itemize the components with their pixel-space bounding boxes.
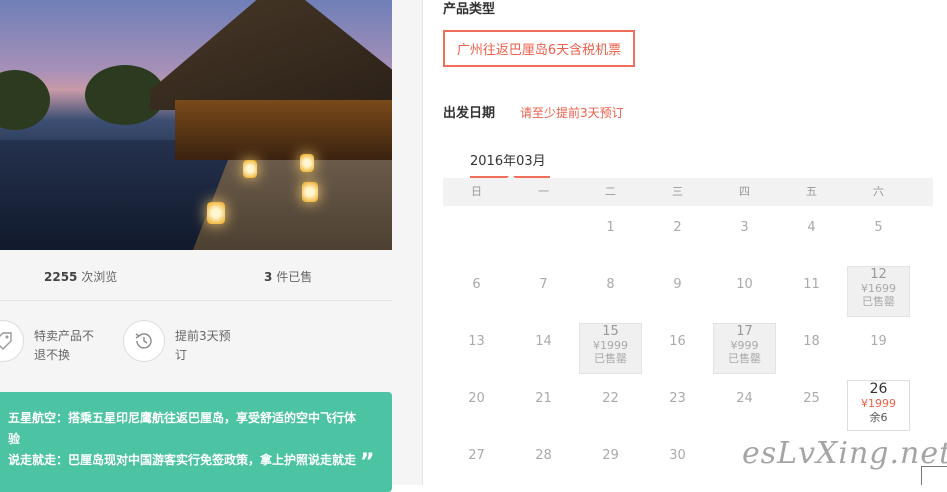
calendar-day: 28 — [535, 448, 552, 463]
weekday-label: 二 — [605, 185, 616, 198]
day-number: 12 — [870, 267, 887, 282]
calendar-day: 9 — [673, 277, 682, 292]
tab-month[interactable]: 2016年03月 — [470, 150, 550, 179]
calendar-day: 25 — [803, 391, 820, 406]
feature-no-refund: 特卖产品不退不换 — [0, 320, 98, 365]
weekday-label: 日 — [471, 185, 482, 198]
day-status: 已售罄 — [728, 352, 761, 365]
tag-icon — [0, 320, 24, 362]
notice-line-1: 五星航空：搭乘五星印尼鹰航往返巴厘岛，享受舒适的空中飞行体验 — [8, 411, 357, 446]
corner-frame — [921, 466, 947, 485]
notice-box: 五星航空：搭乘五星印尼鹰航往返巴厘岛，享受舒适的空中飞行体验 说走就走：巴厘岛现… — [0, 392, 392, 492]
product-option-button[interactable]: 广州往返巴厘岛6天含税机票 — [443, 30, 635, 67]
calendar-empty-cell — [443, 206, 510, 263]
calendar-week-row: 20 21 22 23 24 25 26 ¥1999 余6 — [443, 377, 933, 434]
booking-hint: 请至少提前3天预订 — [520, 106, 624, 120]
calendar-day: 7 — [539, 277, 548, 292]
calendar-week-row: 6 7 8 9 10 11 12 ¥1699 已售罄 — [443, 263, 933, 320]
calendar-day: 22 — [602, 391, 619, 406]
calendar-day: 2 — [673, 220, 682, 235]
weekday-label: 三 — [672, 185, 683, 198]
calendar-day: 4 — [807, 220, 816, 235]
calendar-day: 5 — [874, 220, 883, 235]
quote-icon: ” — [360, 450, 375, 475]
watermark: esLvXing.net — [742, 436, 947, 471]
calendar-day: 3 — [740, 220, 749, 235]
notice-line-2: 说走就走：巴厘岛现对中国游客实行免签政策，拿上护照说走就走 — [8, 453, 357, 467]
day-status: 已售罄 — [594, 352, 627, 365]
calendar-day: 27 — [468, 448, 485, 463]
calendar-day: 13 — [468, 334, 485, 349]
weekday-label: 四 — [739, 185, 750, 198]
calendar-empty-cell — [510, 206, 577, 263]
calendar-week-row: 13 14 15 ¥1999 已售罄 16 17 ¥999 已售罄 18 19 — [443, 320, 933, 377]
calendar-day: 8 — [606, 277, 615, 292]
calendar-day-available[interactable]: 26 ¥1999 余6 — [847, 380, 910, 431]
divider — [0, 300, 392, 301]
calendar-week-row: 1 2 3 4 5 — [443, 206, 933, 263]
day-status: 余6 — [869, 411, 888, 424]
day-price: ¥1699 — [861, 282, 896, 295]
clock-history-icon — [123, 320, 165, 362]
weekday-label: 六 — [873, 185, 884, 198]
product-stats: 2255 次浏览 3 件已售 — [0, 262, 392, 292]
calendar-day: 18 — [803, 334, 820, 349]
calendar-day: 16 — [669, 334, 686, 349]
weekday-label: 五 — [806, 185, 817, 198]
calendar-day: 11 — [803, 277, 820, 292]
calendar-day-soldout: 12 ¥1699 已售罄 — [847, 266, 910, 317]
day-status: 已售罄 — [862, 295, 895, 308]
calendar-day: 24 — [736, 391, 753, 406]
calendar-day: 23 — [669, 391, 686, 406]
product-left-panel: 2255 次浏览 3 件已售 特卖产品不退不换 提前3天预订 五星航空：搭乘五星… — [0, 0, 422, 492]
calendar-day-soldout: 17 ¥999 已售罄 — [713, 323, 776, 374]
booking-panel: 产品类型 广州往返巴厘岛6天含税机票 出发日期 请至少提前3天预订 2016年0… — [422, 0, 947, 485]
feature-book-ahead: 提前3天预订 — [123, 320, 239, 365]
calendar-day: 19 — [870, 334, 887, 349]
product-photo[interactable] — [0, 0, 392, 250]
day-number: 26 — [869, 381, 888, 397]
weekday-label: 一 — [538, 185, 549, 198]
day-price: ¥1999 — [593, 339, 628, 352]
day-number: 17 — [736, 324, 753, 339]
views-stat: 2255 次浏览 — [44, 270, 118, 284]
sold-stat: 3 件已售 — [264, 270, 313, 284]
product-type-title: 产品类型 — [443, 2, 496, 17]
calendar-day: 10 — [736, 277, 753, 292]
calendar-day-soldout: 15 ¥1999 已售罄 — [579, 323, 642, 374]
calendar-day: 1 — [606, 220, 615, 235]
weekday-header: 日一二三四五六 — [443, 178, 933, 206]
calendar-day: 30 — [669, 448, 686, 463]
calendar-day: 21 — [535, 391, 552, 406]
departure-date-title: 出发日期 — [443, 106, 496, 121]
day-price: ¥1999 — [861, 397, 896, 410]
calendar-day: 6 — [472, 277, 481, 292]
day-number: 15 — [602, 324, 619, 339]
calendar-day: 20 — [468, 391, 485, 406]
calendar-day: 29 — [602, 448, 619, 463]
calendar-day: 14 — [535, 334, 552, 349]
day-price: ¥999 — [730, 339, 759, 352]
